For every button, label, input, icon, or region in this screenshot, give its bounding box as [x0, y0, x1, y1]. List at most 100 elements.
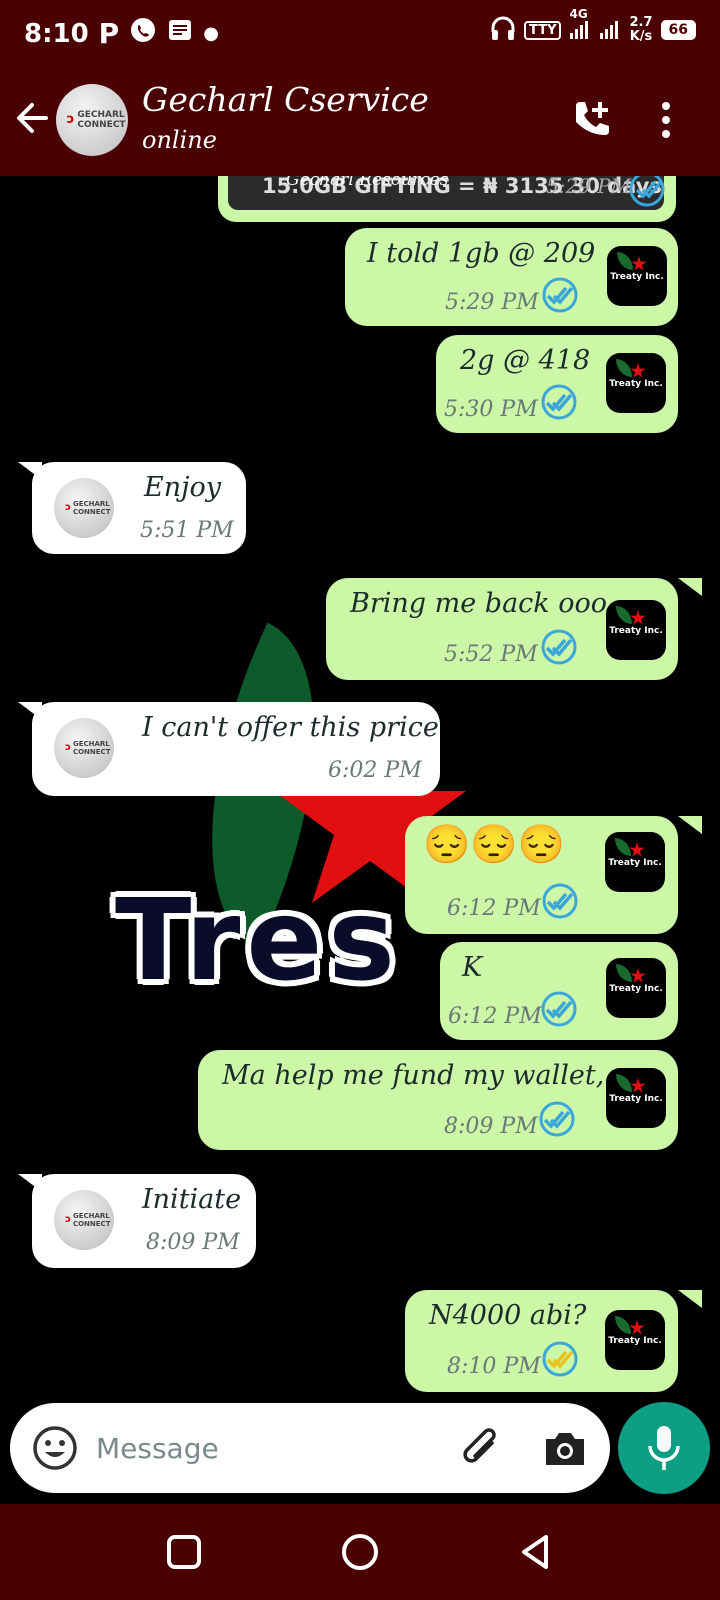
- sender-avatar: Treaty Inc.: [606, 353, 666, 413]
- message-composer: [10, 1403, 610, 1493]
- sender-avatar: Treaty Inc.: [605, 832, 665, 892]
- sender-avatar-label: Treaty Inc.: [609, 1094, 663, 1104]
- message-text: I told 1gb @ 209: [367, 238, 596, 269]
- message-time: 6:12 PM: [447, 896, 541, 921]
- recents-icon[interactable]: [162, 1530, 206, 1574]
- sender-avatar-label: Treaty Inc.: [608, 858, 662, 868]
- emoji-icon[interactable]: [32, 1425, 78, 1471]
- p-app-icon: P: [98, 17, 120, 50]
- quoted-time: 5:29 PM: [546, 176, 632, 198]
- message-time: 8:09 PM: [444, 1114, 538, 1139]
- message-text: N4000 abi?: [429, 1300, 587, 1331]
- bubble-tail: [678, 1290, 702, 1308]
- quoted-message-inner: 15.0GB GIFTING = ₦ 3135 30 days Gecharl …: [228, 176, 665, 210]
- contact-status: online: [142, 126, 217, 154]
- status-left: 8:10 P ●: [24, 16, 219, 51]
- sender-avatar-label: Treaty Inc.: [610, 272, 664, 282]
- back-arrow-icon[interactable]: [14, 98, 50, 138]
- avatar-text-small: GECHARL CONNECT: [72, 500, 111, 516]
- mic-icon: [648, 1426, 680, 1470]
- read-ticks-icon: [542, 277, 578, 313]
- speed-value: 2.7: [629, 15, 653, 30]
- avatar-text: GECHARL CONNECT: [77, 110, 126, 130]
- signal-icon: 4G: [569, 7, 591, 45]
- net-speed: 2.7 K/s: [629, 16, 652, 44]
- battery-icon: 66: [660, 20, 696, 40]
- message-bubble-out[interactable]: K 6:12 PM Treaty Inc.: [440, 942, 678, 1040]
- sender-avatar: Treaty Inc.: [606, 958, 666, 1018]
- message-bubble-in[interactable]: ↄ GECHARL CONNECT I can't offer this pric…: [32, 702, 440, 796]
- tty-badge: TTY: [524, 20, 562, 40]
- sender-avatar-label: Treaty Inc.: [609, 984, 663, 994]
- message-time: 5:51 PM: [140, 518, 234, 543]
- read-ticks-icon: [629, 176, 665, 207]
- contact-avatar[interactable]: ↄ GECHARL CONNECT: [56, 84, 128, 156]
- sender-avatar-label: Treaty Inc.: [609, 626, 663, 636]
- quoted-message[interactable]: 15.0GB GIFTING = ₦ 3135 30 days Gecharl …: [218, 176, 676, 222]
- message-text: Ma help me fund my wallet,: [222, 1060, 605, 1091]
- sender-avatar: Treaty Inc.: [606, 600, 666, 660]
- sender-avatar: Treaty Inc.: [607, 246, 667, 306]
- contact-name[interactable]: Gecharl Cservice: [142, 80, 429, 119]
- sender-avatar-label: Treaty Inc.: [608, 1336, 662, 1346]
- headphones-icon: [490, 14, 516, 46]
- contact-avatar-small: ↄ GECHARL CONNECT: [54, 478, 114, 538]
- message-bubble-out[interactable]: Ma help me fund my wallet, 8:09 PM Treat…: [198, 1050, 678, 1150]
- read-ticks-icon: [541, 629, 577, 665]
- message-text: K: [462, 952, 483, 983]
- logo-mark: ↄ: [66, 112, 75, 127]
- message-time: 6:02 PM: [328, 758, 422, 783]
- chat-area[interactable]: Tres 15.0GB GIFTING = ₦ 3135 30 days Gec…: [0, 176, 720, 1394]
- message-app-icon: [167, 18, 193, 49]
- sender-avatar-label: Treaty Inc.: [609, 379, 663, 389]
- camera-icon[interactable]: [542, 1425, 588, 1471]
- message-input[interactable]: [96, 1419, 426, 1477]
- message-text: 2g @ 418: [460, 345, 591, 376]
- message-bubble-out[interactable]: 😔😔😔 6:12 PM Treaty Inc.: [405, 816, 678, 934]
- clock: 8:10: [24, 18, 89, 49]
- add-call-icon[interactable]: [570, 98, 616, 142]
- status-bar: 8:10 P ● TTY 4G 2.7 K/s 66: [0, 0, 720, 64]
- message-bubble-in[interactable]: ↄ GECHARL CONNECT Initiate 8:09 PM: [32, 1174, 256, 1268]
- whatsapp-icon: [129, 16, 157, 51]
- home-icon[interactable]: [338, 1530, 382, 1574]
- message-bubble-out[interactable]: N4000 abi? 8:10 PM Treaty Inc.: [405, 1290, 678, 1392]
- status-right: TTY 4G 2.7 K/s 66: [490, 7, 696, 46]
- bubble-tail: [678, 578, 702, 596]
- notification-dot-icon: ●: [203, 23, 219, 44]
- delivered-ticks-icon: [542, 1341, 578, 1377]
- sender-avatar: Treaty Inc.: [605, 1310, 665, 1370]
- message-text: Enjoy: [144, 472, 221, 503]
- back-icon[interactable]: [514, 1530, 558, 1574]
- message-bubble-out[interactable]: I told 1gb @ 209 5:29 PM Treaty Inc.: [345, 228, 678, 326]
- read-ticks-icon: [539, 1101, 575, 1137]
- more-vert-icon[interactable]: [656, 100, 676, 140]
- network-type: 4G: [569, 7, 588, 21]
- contact-avatar-small: ↄ GECHARL CONNECT: [54, 718, 114, 778]
- avatar-text-small: GECHARL CONNECT: [72, 740, 111, 756]
- message-time: 8:09 PM: [146, 1230, 240, 1255]
- signal-2-icon: [599, 15, 621, 45]
- bubble-tail: [678, 816, 702, 834]
- message-bubble-out[interactable]: 2g @ 418 5:30 PM Treaty Inc.: [436, 335, 678, 433]
- quoted-sender: Gecharl Resources: [286, 176, 449, 190]
- message-text: 😔😔😔: [423, 822, 565, 866]
- message-time: 5:52 PM: [444, 642, 538, 667]
- message-time: 5:29 PM: [445, 290, 539, 315]
- message-time: 6:12 PM: [448, 1004, 542, 1029]
- read-ticks-icon: [542, 883, 578, 919]
- read-ticks-icon: [541, 384, 577, 420]
- message-bubble-in[interactable]: ↄ GECHARL CONNECT Enjoy 5:51 PM: [32, 462, 246, 554]
- message-bubble-out[interactable]: Bring me back ooo 5:52 PM Treaty Inc.: [326, 578, 678, 680]
- read-ticks-icon: [541, 991, 577, 1027]
- speed-unit: K/s: [629, 29, 653, 44]
- message-text: I can't offer this price: [142, 712, 439, 743]
- chat-header: ↄ GECHARL CONNECT Gecharl Cservice online: [0, 64, 720, 176]
- attach-icon[interactable]: [458, 1423, 506, 1473]
- avatar-text-small: GECHARL CONNECT: [72, 1212, 111, 1228]
- system-nav-bar: [0, 1504, 720, 1600]
- voice-record-button[interactable]: [618, 1402, 710, 1494]
- message-time: 5:30 PM: [444, 397, 538, 422]
- wallpaper-text: Tres: [115, 876, 401, 1006]
- sender-avatar: Treaty Inc.: [606, 1068, 666, 1128]
